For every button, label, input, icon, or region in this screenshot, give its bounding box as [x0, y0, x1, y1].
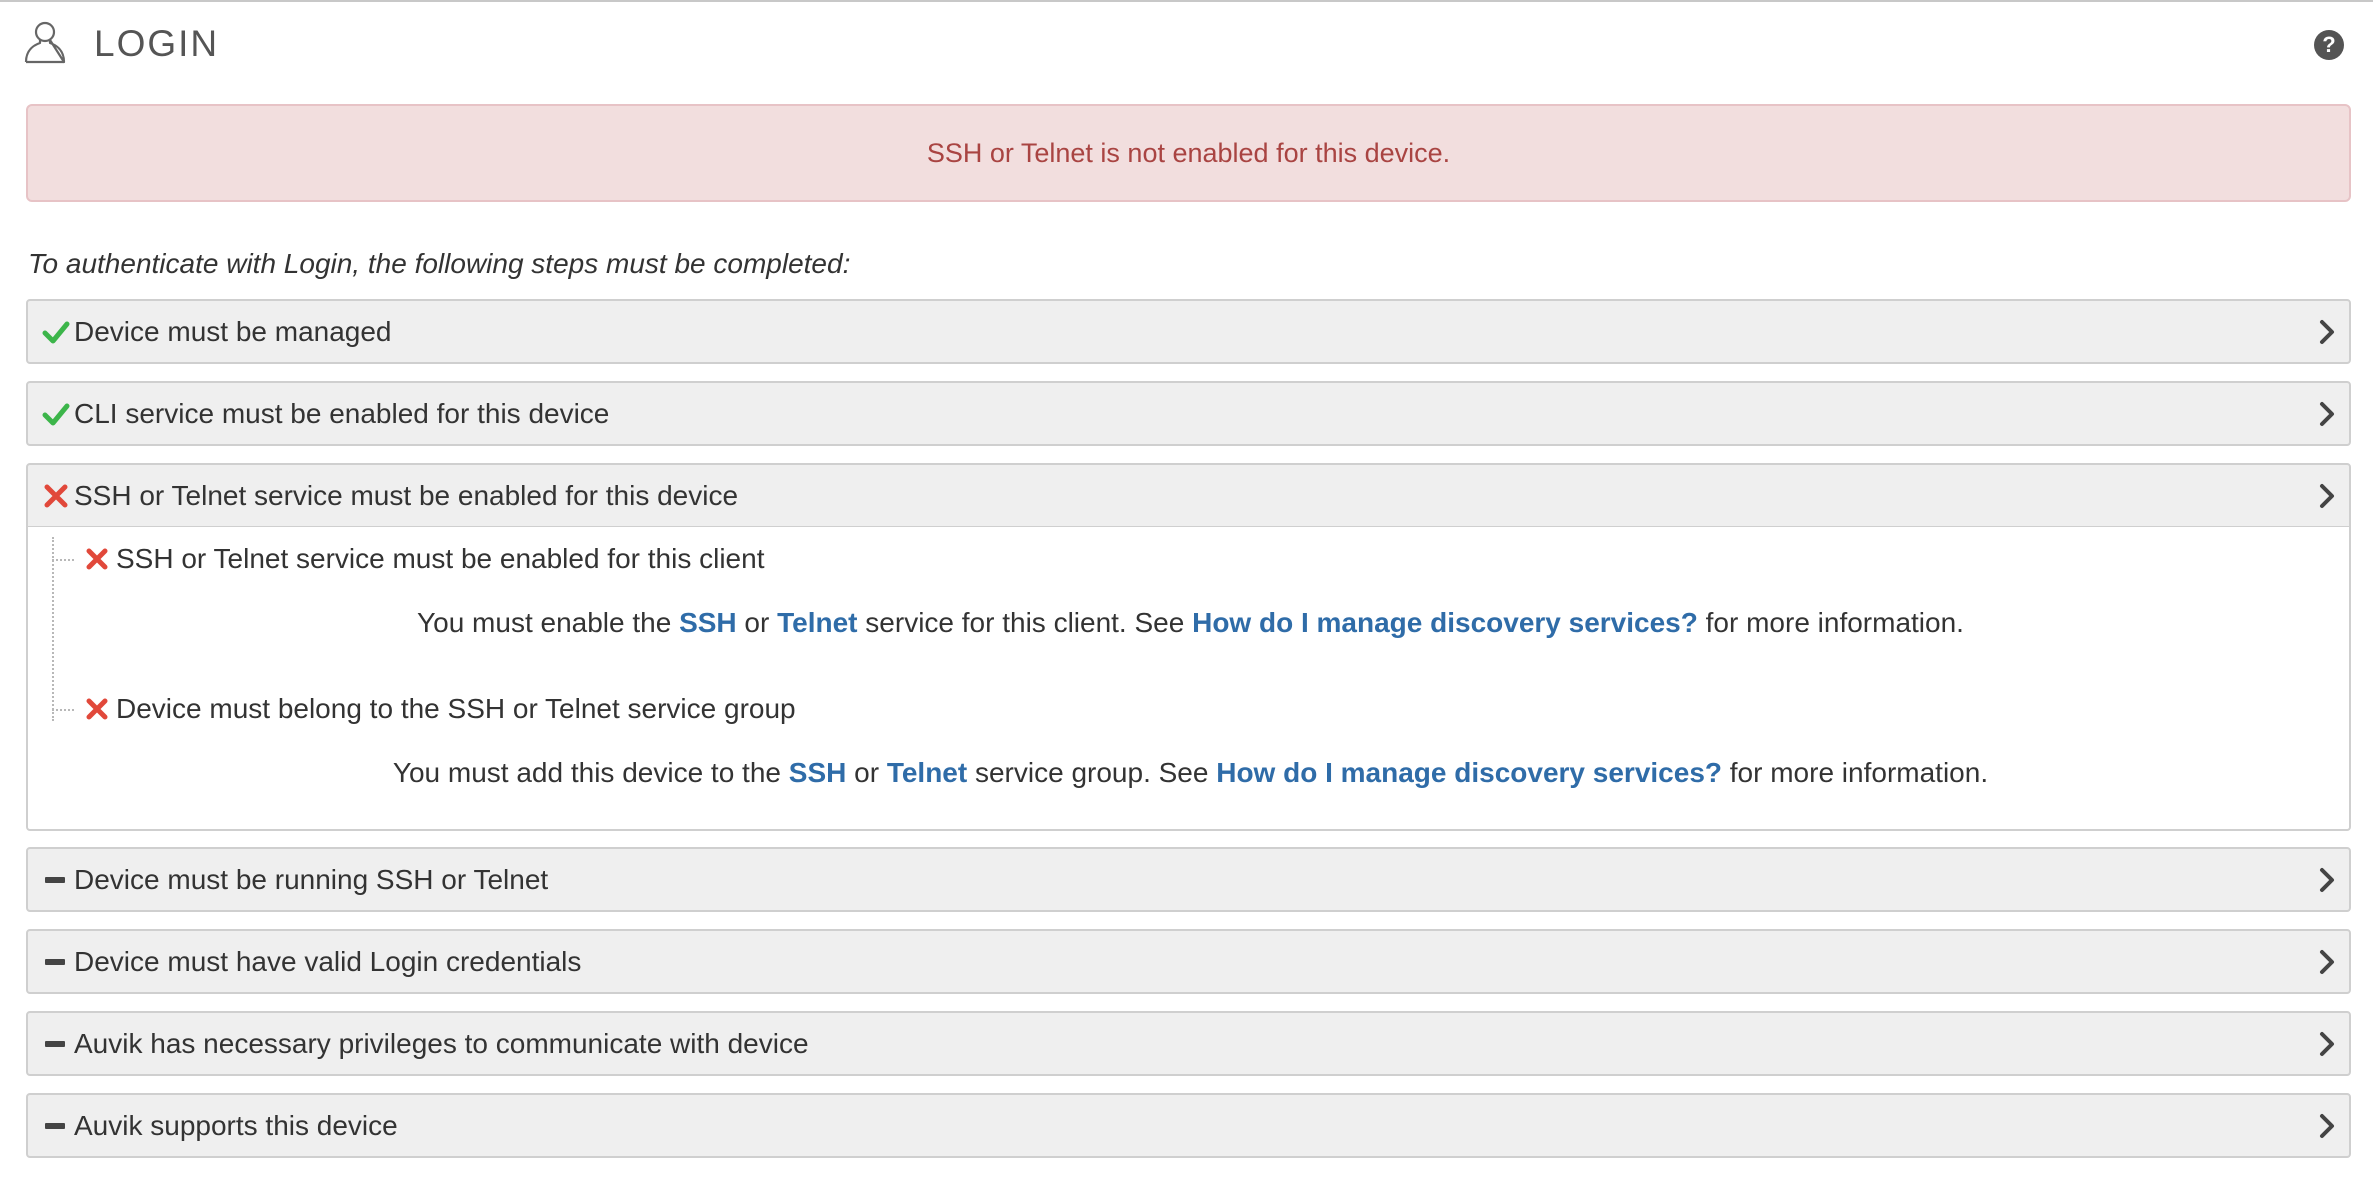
- check-icon: [42, 321, 70, 344]
- step-label: Device must be managed: [74, 316, 392, 347]
- step-label: Auvik has necessary privileges to commun…: [74, 1028, 809, 1059]
- x-icon: [44, 484, 68, 508]
- substep-message: You must add this device to the SSH or T…: [28, 753, 2353, 793]
- chevron-right-icon[interactable]: [2317, 400, 2337, 428]
- step-device-managed[interactable]: Device must be managed: [26, 299, 2351, 364]
- message-text: for more information.: [1697, 607, 1964, 638]
- ssh-link[interactable]: SSH: [679, 607, 737, 638]
- section-header: LOGIN ?: [24, 20, 2349, 70]
- message-text: or: [736, 607, 778, 638]
- tree-connector: [52, 559, 74, 561]
- intro-text: To authenticate with Login, the followin…: [28, 248, 851, 279]
- step-cli-service[interactable]: CLI service must be enabled for this dev…: [26, 381, 2351, 446]
- user-icon: [24, 21, 66, 64]
- chevron-right-icon[interactable]: [2317, 1030, 2337, 1058]
- help-icon[interactable]: ?: [2314, 30, 2344, 60]
- help-article-link[interactable]: How do I manage discovery services?: [1192, 607, 1698, 638]
- step-privileges[interactable]: Auvik has necessary privileges to commun…: [26, 1011, 2351, 1076]
- message-text: or: [846, 757, 887, 788]
- dash-icon: [45, 877, 65, 883]
- message-text: You must enable the: [417, 607, 680, 638]
- step-valid-credentials[interactable]: Device must have valid Login credentials: [26, 929, 2351, 994]
- error-alert: SSH or Telnet is not enabled for this de…: [26, 104, 2351, 202]
- step-running-ssh-telnet[interactable]: Device must be running SSH or Telnet: [26, 847, 2351, 912]
- telnet-link[interactable]: Telnet: [777, 607, 857, 638]
- chevron-right-icon[interactable]: [2317, 1112, 2337, 1140]
- substep-label: Device must belong to the SSH or Telnet …: [116, 693, 796, 724]
- chevron-right-icon[interactable]: [2317, 482, 2337, 510]
- tree-connector: [52, 709, 74, 711]
- chevron-right-icon[interactable]: [2317, 866, 2337, 894]
- dash-icon: [45, 1041, 65, 1047]
- step-label: SSH or Telnet service must be enabled fo…: [74, 480, 739, 511]
- chevron-right-icon[interactable]: [2317, 948, 2337, 976]
- step-device-supported[interactable]: Auvik supports this device: [26, 1093, 2351, 1158]
- top-border: [0, 0, 2373, 2]
- step-details-panel: SSH or Telnet service must be enabled fo…: [26, 527, 2351, 831]
- chevron-right-icon[interactable]: [2317, 318, 2337, 346]
- telnet-link[interactable]: Telnet: [887, 757, 967, 788]
- message-text: for more information.: [1722, 757, 1989, 788]
- message-text: You must add this device to the: [392, 757, 789, 788]
- x-icon: [86, 698, 108, 720]
- step-label: Device must have valid Login credentials: [74, 946, 582, 977]
- message-text: service for this client. See: [857, 607, 1193, 638]
- message-text: service group. See: [967, 757, 1217, 788]
- step-label: Auvik supports this device: [74, 1110, 398, 1141]
- substep-label: SSH or Telnet service must be enabled fo…: [116, 543, 765, 574]
- dash-icon: [45, 1123, 65, 1129]
- step-label: CLI service must be enabled for this dev…: [74, 398, 610, 429]
- step-label: Device must be running SSH or Telnet: [74, 864, 549, 895]
- dash-icon: [45, 959, 65, 965]
- ssh-link[interactable]: SSH: [789, 757, 847, 788]
- page-title: LOGIN: [94, 23, 220, 64]
- x-icon: [86, 548, 108, 570]
- help-article-link[interactable]: How do I manage discovery services?: [1216, 757, 1722, 788]
- substep-message: You must enable the SSH or Telnet servic…: [28, 603, 2353, 643]
- check-icon: [42, 403, 70, 426]
- step-ssh-telnet-service[interactable]: SSH or Telnet service must be enabled fo…: [26, 463, 2351, 528]
